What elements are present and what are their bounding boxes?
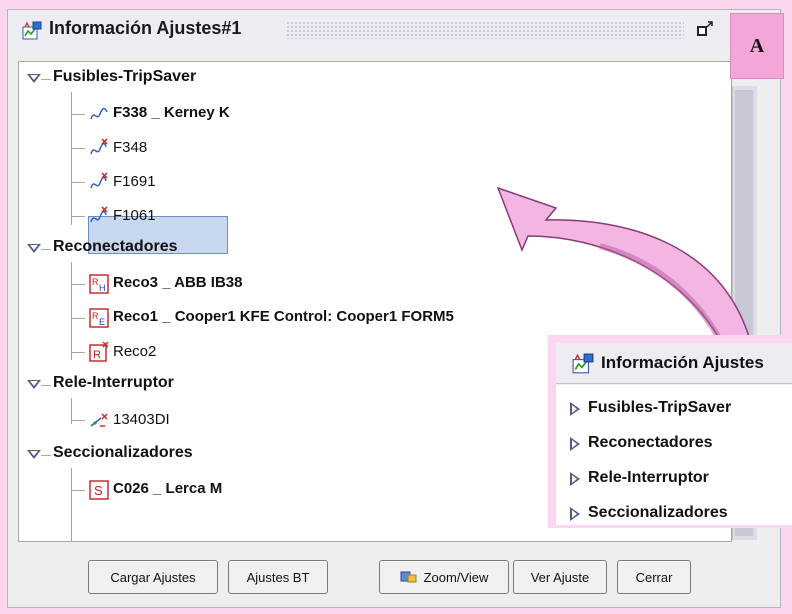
fuse-curve-unset-icon: [90, 172, 108, 189]
expanded-triangle-icon[interactable]: [27, 74, 41, 83]
item-label: F1061: [113, 207, 156, 224]
category-label: Seccionalizadores: [588, 504, 728, 521]
window-titlebar[interactable]: Información Ajustes#1: [8, 10, 780, 50]
category-label: Seccionalizadores: [53, 444, 193, 461]
tree-connector: [71, 318, 85, 319]
item-label: C026 _ Lerca M: [113, 480, 223, 497]
tree-connector: [41, 79, 51, 80]
tree-connector: [71, 182, 85, 183]
tree-connector: [71, 352, 85, 353]
item-label: Reco1 _ Cooper1 KFE Control: Cooper1 FOR…: [113, 308, 454, 325]
relay-switch-icon: [90, 413, 108, 427]
window-title: Información Ajustes#1: [49, 18, 242, 38]
preview-tree: Fusibles-TripSaver Reconectadores Rele-I…: [556, 385, 792, 525]
tree-connector: [41, 249, 51, 250]
tree-guide-line: [71, 262, 72, 360]
button-label: Cerrar: [635, 569, 673, 585]
recloser-rh-icon: R H: [89, 274, 109, 294]
svg-text:E: E: [99, 317, 105, 327]
svg-text:R: R: [92, 311, 99, 321]
callout-arrow: [496, 186, 752, 342]
preview-titlebar: Información Ajustes: [556, 343, 792, 384]
tree-connector: [41, 385, 51, 386]
tree-connector: [41, 455, 51, 456]
expanded-triangle-icon[interactable]: [27, 380, 41, 389]
button-label: Cargar Ajustes: [110, 569, 196, 585]
tree-connector: [71, 216, 85, 217]
tree-guide-line: [71, 92, 72, 225]
load-settings-button[interactable]: Cargar Ajustes: [88, 560, 218, 594]
sectionalizer-icon: S: [89, 480, 109, 500]
item-label: Reco2: [113, 343, 157, 360]
collapsed-preview-window: Información Ajustes Fusibles-TripSaver R…: [556, 343, 792, 525]
bt-settings-button[interactable]: Ajustes BT: [228, 560, 328, 594]
svg-text:R: R: [92, 277, 99, 287]
item-label: F348: [113, 139, 148, 156]
titlebar-grip: [286, 21, 684, 39]
close-button[interactable]: Cerrar: [617, 560, 691, 594]
view-setting-button[interactable]: Ver Ajuste: [513, 560, 607, 594]
button-bar: Cargar Ajustes Ajustes BT Zoom/View Ver …: [8, 546, 780, 606]
collapsed-triangle-icon[interactable]: [570, 472, 580, 486]
recloser-re-icon: R E: [89, 308, 109, 328]
fuse-curve-unset-icon: [90, 206, 108, 223]
button-label: Ver Ajuste: [530, 569, 590, 585]
tree-connector: [71, 114, 85, 115]
callout-label-a: A: [730, 13, 784, 79]
expanded-triangle-icon[interactable]: [27, 450, 41, 459]
category-label: Reconectadores: [588, 434, 713, 451]
collapsed-triangle-icon[interactable]: [570, 437, 580, 451]
category-label: Fusibles-TripSaver: [53, 68, 197, 85]
zoom-icon: [400, 571, 417, 583]
tree-connector: [71, 284, 85, 285]
collapsed-preview-callout: Información Ajustes Fusibles-TripSaver R…: [548, 335, 792, 528]
fuse-curve-unset-icon: [90, 138, 108, 155]
tree-connector: [71, 420, 85, 421]
app-icon: [22, 21, 42, 40]
tree-guide-line: [71, 468, 72, 541]
button-label: Zoom/View: [423, 569, 489, 585]
item-label: Reco3 _ ABB IB38: [113, 274, 243, 291]
tree-connector: [71, 148, 85, 149]
button-label: Ajustes BT: [246, 569, 310, 585]
collapsed-triangle-icon[interactable]: [570, 507, 580, 521]
category-label: Reconectadores: [53, 238, 178, 255]
item-label: F338 _ Kerney K: [113, 104, 230, 121]
category-label: Fusibles-TripSaver: [588, 399, 732, 416]
item-label: 13403DI: [113, 411, 170, 428]
restore-icon[interactable]: [696, 20, 714, 38]
svg-text:S: S: [94, 483, 103, 498]
fuse-curve-icon: [90, 107, 108, 120]
svg-text:H: H: [99, 283, 106, 293]
tree-connector: [71, 490, 85, 491]
zoom-view-button[interactable]: Zoom/View: [379, 560, 509, 594]
preview-title: Información Ajustes: [601, 353, 764, 372]
category-label: Rele-Interruptor: [53, 374, 174, 391]
svg-text:R: R: [93, 349, 101, 361]
category-label: Rele-Interruptor: [588, 469, 709, 486]
app-icon: [572, 353, 594, 374]
recloser-unset-icon: R: [89, 342, 109, 362]
collapsed-triangle-icon[interactable]: [570, 402, 580, 416]
expanded-triangle-icon[interactable]: [27, 244, 41, 253]
item-label: F1691: [113, 173, 156, 190]
